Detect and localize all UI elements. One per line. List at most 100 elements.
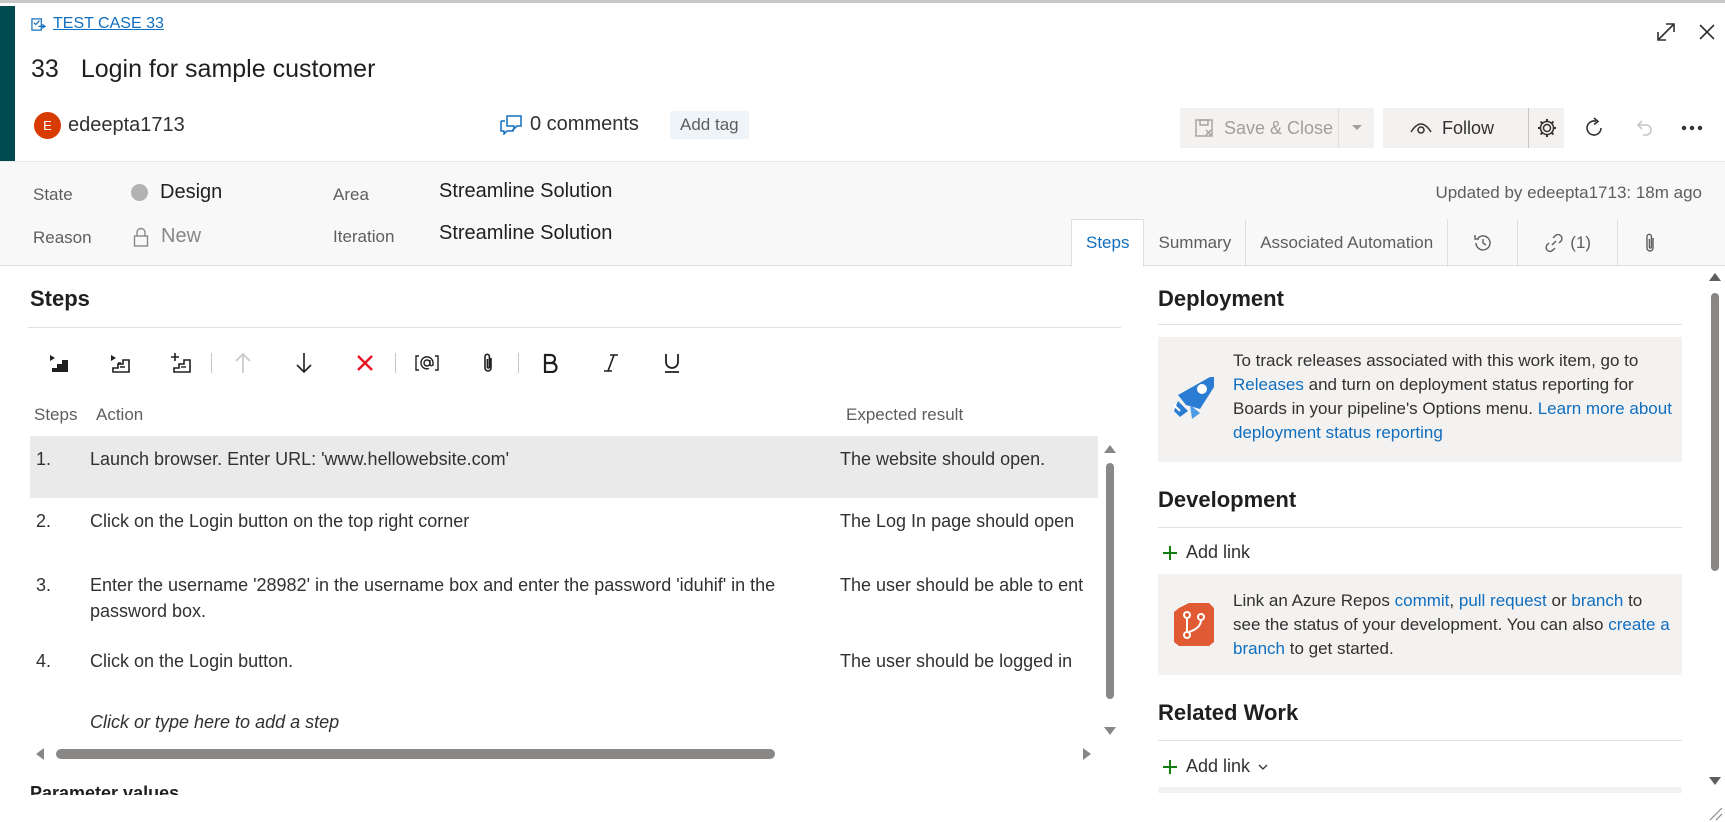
italic-button[interactable]	[580, 343, 641, 383]
reason-label: Reason	[33, 228, 92, 247]
add-step-placeholder[interactable]: Click or type here to add a step	[90, 712, 339, 733]
add-tag-button[interactable]: Add tag	[670, 111, 749, 139]
deployment-text-1: To track releases associated with this w…	[1233, 351, 1639, 370]
step-expected[interactable]: The website should open.	[840, 449, 1098, 470]
step-row[interactable]: 4. Click on the Login button. The user s…	[30, 639, 1098, 701]
tab-links[interactable]: (1)	[1518, 219, 1619, 267]
reason-value: New	[161, 225, 202, 247]
tab-associated-automation[interactable]: Associated Automation	[1246, 219, 1449, 267]
bold-icon	[543, 353, 558, 373]
insert-shared-steps-icon	[110, 355, 130, 373]
resize-grip-icon[interactable]	[1705, 803, 1723, 821]
move-step-up-button[interactable]	[212, 343, 273, 383]
step-action[interactable]: Enter the username '28982' in the userna…	[90, 572, 842, 624]
assigned-to-name[interactable]: edeepta1713	[68, 114, 185, 137]
underline-icon	[664, 354, 679, 373]
work-item-type-label[interactable]: TEST CASE 33	[53, 15, 164, 33]
col-expected-header: Expected result	[846, 405, 964, 424]
state-field[interactable]: Design	[131, 181, 222, 204]
history-icon	[1473, 235, 1491, 251]
area-value[interactable]: Streamline Solution	[439, 180, 612, 203]
refresh-icon[interactable]	[1576, 113, 1612, 143]
step-action[interactable]: Click on the Login button on the top rig…	[90, 508, 860, 534]
step-number: 2.	[36, 511, 52, 531]
related-work-list	[1158, 787, 1682, 793]
follow-label: Follow	[1442, 117, 1495, 138]
related-work-title: Related Work	[1158, 700, 1299, 725]
expand-icon[interactable]	[1651, 17, 1681, 47]
create-shared-steps-button[interactable]	[150, 343, 211, 383]
parameter-values-title: Parameter values	[30, 783, 180, 795]
page-vertical-scrollbar[interactable]	[1705, 267, 1725, 791]
assigned-to[interactable]: E edeepta1713	[34, 112, 185, 139]
step-row[interactable]: 3. Enter the username '28982' in the use…	[30, 563, 1098, 637]
releases-link[interactable]: Releases	[1233, 375, 1304, 394]
move-step-down-button[interactable]	[273, 343, 334, 383]
comments-link[interactable]: 0 comments	[500, 113, 639, 136]
step-expected[interactable]: The Log In page should open	[840, 511, 1098, 532]
tab-attachments[interactable]	[1618, 219, 1682, 267]
work-item-dialog: TEST CASE 33 33 Login for sample custome…	[0, 0, 1725, 822]
gear-icon[interactable]	[1528, 108, 1564, 148]
italic-icon	[603, 354, 618, 372]
comments-count[interactable]: 0 comments	[530, 113, 639, 136]
insert-step-button[interactable]	[28, 343, 89, 383]
step-action[interactable]: Click on the Login button.	[90, 648, 860, 674]
underline-button[interactable]	[641, 343, 702, 383]
state-dot	[131, 184, 148, 201]
create-shared-steps-icon	[170, 353, 191, 373]
delete-icon	[356, 355, 373, 371]
bold-button[interactable]	[519, 343, 580, 383]
attach-to-step-button[interactable]	[457, 343, 518, 383]
reason-field: New	[133, 225, 201, 248]
learn-more-link[interactable]: Learn more	[1538, 399, 1625, 418]
close-icon[interactable]	[1692, 17, 1722, 47]
more-actions-icon[interactable]	[1674, 113, 1710, 143]
divider	[1158, 527, 1682, 528]
tab-history[interactable]	[1448, 219, 1519, 267]
development-text-3: to get started.	[1289, 639, 1394, 658]
work-item-title-row: 33 Login for sample customer	[31, 55, 375, 84]
eye-icon	[1410, 123, 1432, 134]
delete-step-button[interactable]	[334, 343, 395, 383]
insert-parameter-button[interactable]	[396, 343, 457, 383]
work-item-title[interactable]: Login for sample customer	[81, 55, 376, 84]
development-title: Development	[1158, 487, 1297, 512]
parameter-icon	[414, 355, 439, 371]
save-close-label: Save & Close	[1224, 117, 1334, 138]
tab-steps[interactable]: Steps	[1071, 219, 1145, 267]
arrow-down-icon	[295, 353, 312, 374]
add-link-label: Add link	[1186, 542, 1251, 562]
col-steps-header: Steps	[34, 405, 78, 424]
plus-icon	[1163, 545, 1177, 560]
step-expected[interactable]: The user should be logged in	[840, 651, 1098, 672]
insert-shared-steps-button[interactable]	[89, 343, 150, 383]
pull-request-link[interactable]: pull request	[1459, 591, 1547, 610]
save-close-button[interactable]: Save & Close	[1180, 108, 1374, 148]
comments-icon	[500, 114, 522, 135]
step-row[interactable]: 1. Launch browser. Enter URL: 'www.hello…	[30, 436, 1098, 498]
follow-button[interactable]: Follow	[1383, 108, 1528, 148]
area-label: Area	[333, 185, 369, 204]
steps-horizontal-scrollbar[interactable]	[28, 745, 1120, 763]
deployment-text: To track releases associated with this w…	[1233, 349, 1673, 445]
work-item-type-link[interactable]: TEST CASE 33	[31, 15, 164, 33]
add-link-label: Add link	[1186, 756, 1251, 776]
tab-summary[interactable]: Summary	[1144, 219, 1247, 267]
iteration-value[interactable]: Streamline Solution	[439, 222, 612, 245]
related-work-add-link-button[interactable]: Add link	[1162, 756, 1268, 777]
branch-link[interactable]: branch	[1571, 591, 1623, 610]
save-options-dropdown[interactable]	[1338, 108, 1374, 148]
updated-by[interactable]: Updated by edeepta1713: 18m ago	[1435, 183, 1702, 203]
lock-icon	[133, 227, 149, 247]
development-text: Link an Azure Repos commit, pull request…	[1233, 589, 1673, 661]
step-action[interactable]: Launch browser. Enter URL: 'www.helloweb…	[90, 446, 860, 472]
development-add-link-button[interactable]: Add link	[1162, 542, 1250, 563]
step-expected[interactable]: The user should be able to ent	[840, 575, 1098, 596]
commit-link[interactable]: commit	[1395, 591, 1450, 610]
avatar: E	[34, 112, 61, 139]
undo-icon[interactable]	[1625, 113, 1661, 143]
step-row[interactable]: 2. Click on the Login button on the top …	[30, 499, 1098, 561]
steps-vertical-scrollbar[interactable]	[1102, 441, 1118, 739]
link-icon	[1545, 233, 1563, 253]
